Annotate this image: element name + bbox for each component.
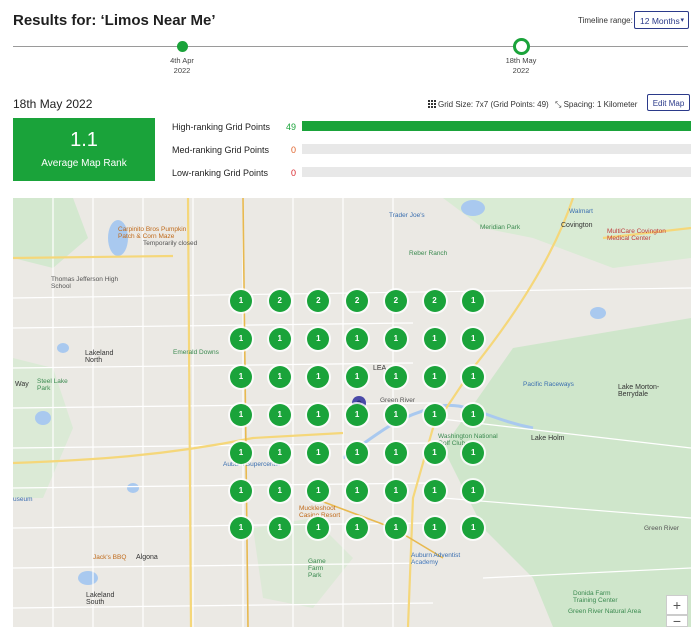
timeline-range-value: 12 Months	[640, 16, 680, 26]
grid-point-pin[interactable]: 1	[384, 403, 407, 426]
grid-point-pin[interactable]: 1	[268, 479, 291, 502]
timeline-point-2[interactable]	[513, 38, 530, 55]
stat-low-count: 0	[291, 168, 297, 178]
stat-med-label: Med-ranking Grid Points	[172, 145, 270, 155]
map-label: Lakeland South	[86, 592, 115, 606]
timeline-point-1[interactable]	[177, 41, 188, 52]
timeline-range-select[interactable]: 12 Months ▾	[634, 11, 689, 29]
grid-point-pin[interactable]: 1	[307, 441, 330, 464]
timeline-point-1-label: 4th Apr 2022	[170, 56, 194, 75]
grid-point-pin[interactable]: 1	[384, 441, 407, 464]
grid-point-pin[interactable]: 1	[423, 365, 446, 388]
grid-point-pin[interactable]: 1	[307, 479, 330, 502]
grid-point-pin[interactable]: 1	[230, 479, 252, 502]
grid-point-pin[interactable]: 1	[268, 365, 291, 388]
map-label: Lakeland North	[85, 350, 114, 364]
grid-point-pin[interactable]: 2	[268, 290, 291, 312]
stat-high-count: 49	[286, 122, 297, 132]
map-label: Temporarily closed	[143, 240, 198, 247]
grid-point-pin[interactable]: 1	[346, 365, 369, 388]
map-label: Muckleshoot Casino Resort	[299, 505, 341, 519]
map-label: Pacific Raceways	[523, 381, 574, 388]
grid-point-pin[interactable]: 1	[346, 441, 369, 464]
map-label: Auburn Supercenter	[223, 461, 282, 468]
grid-point-pin[interactable]: 1	[268, 327, 291, 350]
map-label: Lake Morton-Berrydale	[618, 384, 660, 398]
grid-point-pin[interactable]: 1	[423, 403, 446, 426]
grid-point-pin[interactable]: 1	[268, 441, 291, 464]
grid-point-pin[interactable]: 1	[462, 403, 485, 426]
grid-point-pin[interactable]: 1	[230, 327, 252, 350]
zoom-out-button[interactable]: −	[666, 614, 688, 627]
grid-point-pin[interactable]: 1	[384, 365, 407, 388]
edit-map-button[interactable]: Edit Map	[647, 94, 690, 111]
timeline-point-2-label: 18th May 2022	[505, 56, 537, 75]
map-label: Green River	[644, 525, 680, 532]
report-date: 18th May 2022	[13, 97, 93, 111]
map-label: Walmart	[569, 208, 593, 215]
map-label: Lake Holm	[531, 435, 565, 442]
grid-point-pin[interactable]: 1	[423, 517, 446, 540]
map-label: Trader Joe's	[389, 212, 425, 219]
grid-point-pin[interactable]: 2	[346, 290, 369, 312]
stat-high-label: High-ranking Grid Points	[172, 122, 271, 132]
map-label: Emerald Downs	[173, 349, 219, 356]
results-title: Results for: ‘Limos Near Me’	[13, 12, 216, 29]
map-label: Green River Natural Area	[568, 608, 641, 615]
grid-point-pin[interactable]: 1	[268, 517, 291, 540]
map-label: Auburn Adventist Academy	[411, 552, 461, 566]
grid-point-pin[interactable]: 1	[423, 441, 446, 464]
grid-point-pin[interactable]: 1	[462, 441, 485, 464]
map-label: Covington	[561, 222, 593, 229]
grid-point-pin[interactable]: 1	[230, 290, 252, 312]
grid-point-pin[interactable]: 1	[384, 327, 407, 350]
average-rank-box: 1.1 Average Map Rank	[13, 118, 155, 181]
map-label: Steel Lake Park	[37, 378, 68, 392]
spacing-icon: ⤡	[554, 100, 562, 109]
stat-med-count: 0	[291, 145, 297, 155]
zoom-in-button[interactable]: +	[666, 595, 688, 615]
map-label: Algona	[136, 554, 158, 561]
grid-point-pin[interactable]: 1	[462, 479, 485, 502]
stat-low-label: Low-ranking Grid Points	[172, 168, 269, 178]
grid-point-pin[interactable]: 1	[346, 479, 369, 502]
grid-point-pin[interactable]: 1	[230, 403, 252, 426]
grid-point-pin[interactable]: 1	[423, 479, 446, 502]
map-label: Way	[15, 381, 29, 388]
grid-point-pin[interactable]: 1	[346, 403, 369, 426]
map-label: Donida Farm Training Center	[573, 590, 618, 604]
grid-point-pin[interactable]: 1	[462, 365, 485, 388]
map-label: MultiCare Covington Medical Center	[607, 228, 666, 242]
stat-high-bar	[302, 121, 691, 131]
map-label: Meridian Park	[480, 224, 521, 231]
grid-point-pin[interactable]: 1	[230, 365, 252, 388]
map-label: Thomas Jefferson High School	[51, 276, 119, 290]
grid-point-pin[interactable]: 2	[384, 290, 407, 312]
stat-med-bar	[302, 144, 691, 154]
grid-point-pin[interactable]: 1	[384, 479, 407, 502]
map-label: Green River	[380, 397, 416, 404]
average-rank-label: Average Map Rank	[41, 158, 127, 169]
grid-point-pin[interactable]: 1	[346, 327, 369, 350]
chevron-down-icon: ▾	[680, 17, 684, 24]
map-label: useum	[13, 496, 33, 503]
map-label: Game Farm Park	[308, 558, 326, 579]
average-rank-value: 1.1	[70, 129, 98, 151]
grid-point-pin[interactable]: 1	[423, 327, 446, 350]
map-label: Jack's BBQ	[93, 554, 127, 561]
map[interactable]: Trader Joe's Walmart Covington MultiCare…	[13, 198, 691, 627]
map-label: Carpinito Bros Pumpkin Patch & Corn Maze	[118, 226, 187, 240]
grid-point-pin[interactable]: 2	[423, 290, 446, 312]
stat-low-bar	[302, 167, 691, 177]
grid-point-pin[interactable]: 1	[268, 403, 291, 426]
timeline-range-label: Timeline range:	[578, 16, 633, 25]
grid-icon	[428, 100, 436, 108]
map-label: LEA	[373, 365, 387, 372]
grid-info: Grid Size: 7x7 (Grid Points: 49) ⤡ Spaci…	[428, 100, 637, 110]
grid-point-pin[interactable]: 1	[230, 441, 252, 464]
map-label: Reber Ranch	[409, 250, 448, 257]
timeline-line	[13, 46, 688, 47]
grid-point-pin[interactable]: 1	[307, 403, 330, 426]
grid-point-pin[interactable]: 1	[462, 327, 485, 350]
